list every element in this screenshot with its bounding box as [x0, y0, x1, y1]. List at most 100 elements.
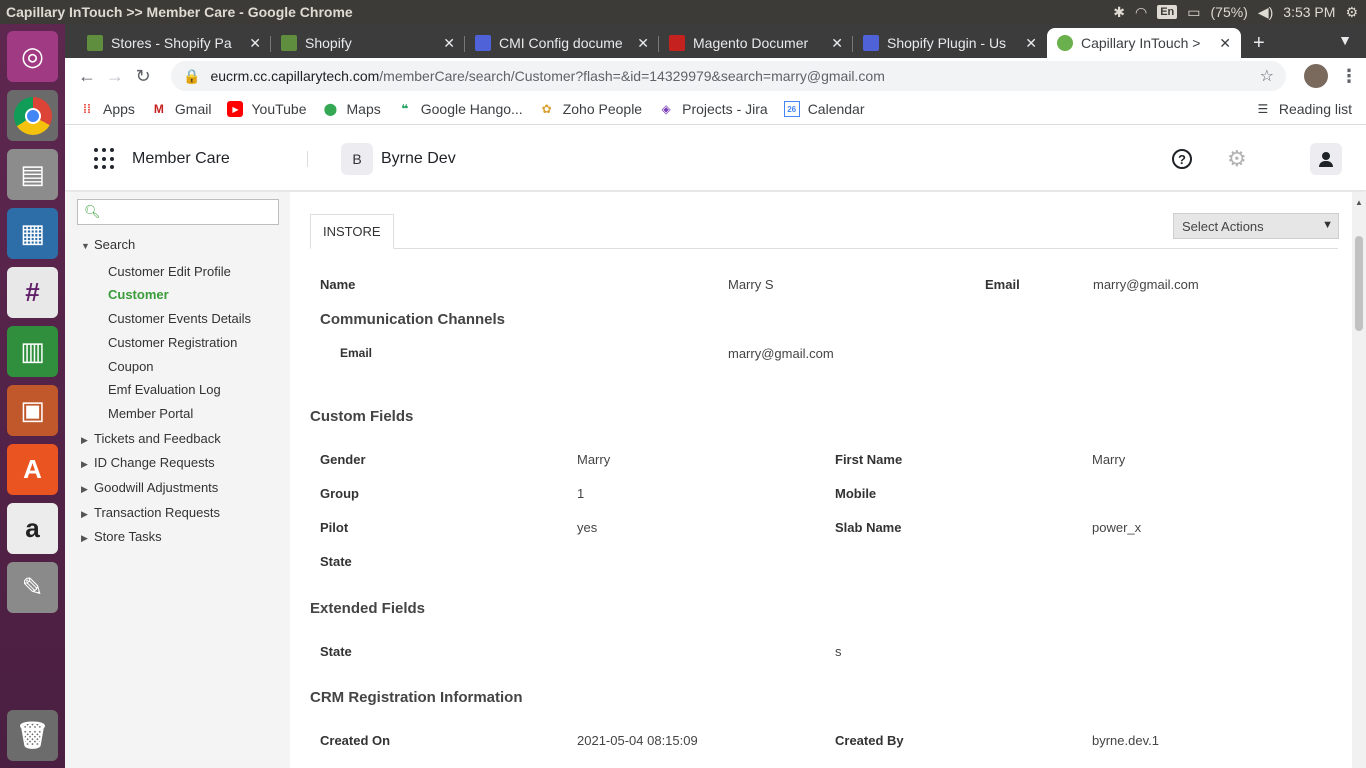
shopify-icon: [87, 35, 103, 51]
page-scrollbar[interactable]: ▲: [1352, 192, 1366, 768]
writer-icon[interactable]: ▦: [7, 208, 58, 259]
close-icon[interactable]: ✕: [1219, 35, 1231, 52]
clock[interactable]: 3:53 PM: [1283, 4, 1335, 20]
scroll-up-icon[interactable]: ▲: [1355, 198, 1363, 207]
gender-label: Gender: [320, 452, 366, 467]
tab-capillary-intouch[interactable]: Capillary InTouch > ✕: [1047, 28, 1241, 58]
bookmark-apps[interactable]: ⁞⁞ Apps: [79, 101, 135, 117]
caret-down-icon: ▼: [81, 241, 90, 251]
sidebar-group-tickets[interactable]: ▶ Tickets and Feedback: [81, 431, 221, 446]
chevron-down-icon: ▼: [1322, 219, 1333, 231]
user-avatar-icon[interactable]: [1310, 143, 1342, 175]
email-value: marry@gmail.com: [1093, 277, 1199, 292]
settings-gear-icon[interactable]: ⚙: [1227, 146, 1247, 172]
wifi-icon[interactable]: ◠: [1135, 4, 1147, 21]
impress-icon[interactable]: ▣: [7, 385, 58, 436]
sidebar-search-input[interactable]: 🔍︎: [77, 199, 279, 225]
gmail-icon: [669, 35, 685, 51]
sidebar-item-member-portal[interactable]: Member Portal: [108, 406, 193, 421]
org-name[interactable]: Byrne Dev: [381, 150, 456, 168]
caret-right-icon: ▶: [81, 509, 88, 519]
address-bar[interactable]: 🔒 eucrm.cc.capillarytech.com/memberCare/…: [171, 61, 1286, 91]
tab-cmi-config[interactable]: CMI Config docume ✕: [465, 28, 659, 58]
comm-email-label: Email: [340, 346, 373, 360]
network-icon[interactable]: ✱: [1113, 4, 1125, 21]
sidebar-item-customer-events-details[interactable]: Customer Events Details: [108, 311, 251, 326]
reload-icon[interactable]: ↻: [129, 66, 157, 87]
capillary-icon: [1057, 35, 1073, 51]
close-icon[interactable]: ✕: [637, 35, 649, 52]
bookmark-maps[interactable]: ⬤ Maps: [323, 101, 381, 117]
sidebar-item-coupon[interactable]: Coupon: [108, 359, 154, 374]
youtube-icon: ▶: [227, 101, 244, 117]
slack-icon[interactable]: #: [7, 267, 58, 318]
battery-icon[interactable]: ▭: [1187, 4, 1200, 21]
close-icon[interactable]: ✕: [249, 35, 261, 52]
bookmark-jira[interactable]: ◈ Projects - Jira: [658, 101, 767, 117]
sidebar-group-search[interactable]: ▼ Search: [81, 237, 135, 252]
volume-icon[interactable]: ◀): [1258, 4, 1273, 21]
name-value: Marry S: [728, 277, 774, 292]
bookmark-hangouts[interactable]: ❝ Google Hango...: [397, 101, 523, 117]
customer-details-panel: INSTORE Select Actions ▼ Name Marry S Ema…: [290, 192, 1352, 768]
tab-instore[interactable]: INSTORE: [310, 214, 394, 249]
profile-avatar[interactable]: [1304, 64, 1328, 88]
sidebar-item-emf-evaluation-log[interactable]: Emf Evaluation Log: [108, 382, 221, 397]
communication-channels-heading: Communication Channels: [320, 311, 506, 328]
shopify-icon: [281, 35, 297, 51]
app-switcher-icon[interactable]: [94, 148, 116, 170]
url-path: /memberCare/search/Customer?flash=&id=14…: [379, 68, 885, 84]
tab-stores-shopify[interactable]: Stores - Shopify Pa ✕: [77, 28, 271, 58]
scrollbar-thumb[interactable]: [1355, 236, 1363, 331]
software-center-icon[interactable]: A: [7, 444, 58, 495]
state-label: State: [320, 554, 352, 569]
maps-icon: ⬤: [323, 102, 338, 116]
group-value: 1: [577, 486, 585, 501]
tab-shopify-plugin[interactable]: Shopify Plugin - Us ✕: [853, 28, 1047, 58]
files-icon[interactable]: ▤: [7, 149, 58, 200]
bookmark-zoho-people[interactable]: ✿ Zoho People: [539, 101, 642, 117]
sidebar-group-id-change[interactable]: ▶ ID Change Requests: [81, 455, 215, 470]
sidebar-group-transaction-requests[interactable]: ▶ Transaction Requests: [81, 505, 220, 520]
back-icon[interactable]: ←: [73, 66, 101, 87]
docs-icon: [863, 35, 879, 51]
member-care-app: Member Care B Byrne Dev ? ⚙ 🔍︎ ▼ Search C…: [65, 128, 1366, 768]
bookmark-calendar[interactable]: 26 Calendar: [783, 101, 865, 117]
extended-state-label: State: [320, 644, 352, 659]
sidebar-group-goodwill[interactable]: ▶ Goodwill Adjustments: [81, 480, 218, 495]
chrome-icon[interactable]: [7, 90, 58, 141]
tab-strip: Stores - Shopify Pa ✕ Shopify ✕ CMI Conf…: [65, 24, 1366, 58]
trash-icon[interactable]: 🗑: [7, 710, 58, 761]
sidebar-item-customer-registration[interactable]: Customer Registration: [108, 335, 237, 350]
sidebar-group-store-tasks[interactable]: ▶ Store Tasks: [81, 529, 162, 544]
select-actions-dropdown[interactable]: Select Actions ▼: [1173, 213, 1339, 239]
close-icon[interactable]: ✕: [443, 35, 455, 52]
tab-magento[interactable]: Magento Documer ✕: [659, 28, 853, 58]
new-tab-button[interactable]: +: [1253, 28, 1265, 58]
close-icon[interactable]: ✕: [831, 35, 843, 52]
power-gear-icon[interactable]: ⚙: [1345, 4, 1358, 21]
tab-search-chevron-icon[interactable]: ▼: [1338, 32, 1352, 48]
keyboard-layout[interactable]: En: [1157, 5, 1178, 19]
org-avatar[interactable]: B: [341, 143, 373, 175]
reading-list[interactable]: ☰ Reading list: [1255, 101, 1352, 117]
sidebar-item-customer[interactable]: Customer: [108, 287, 169, 302]
amazon-icon[interactable]: a: [7, 503, 58, 554]
close-icon[interactable]: ✕: [1025, 35, 1037, 52]
calc-icon[interactable]: ▥: [7, 326, 58, 377]
settings-tools-icon[interactable]: ✎: [7, 562, 58, 613]
bookmark-gmail[interactable]: M Gmail: [151, 101, 212, 117]
sidebar-item-customer-edit-profile[interactable]: Customer Edit Profile: [108, 264, 231, 279]
bookmark-star-icon[interactable]: ☆: [1260, 66, 1274, 86]
chrome-menu-icon[interactable]: ⋮: [1340, 66, 1358, 87]
forward-icon[interactable]: →: [101, 66, 129, 87]
app-header: Member Care B Byrne Dev ? ⚙: [65, 128, 1366, 191]
custom-fields-heading: Custom Fields: [310, 408, 414, 425]
ubuntu-dash-icon[interactable]: ◎: [7, 31, 58, 82]
url-host: eucrm.cc.capillarytech.com: [210, 68, 380, 84]
help-icon[interactable]: ?: [1172, 149, 1192, 169]
comm-email-value: marry@gmail.com: [728, 346, 834, 361]
pilot-value: yes: [577, 520, 598, 535]
bookmark-youtube[interactable]: ▶ YouTube: [227, 101, 307, 117]
tab-shopify[interactable]: Shopify ✕: [271, 28, 465, 58]
